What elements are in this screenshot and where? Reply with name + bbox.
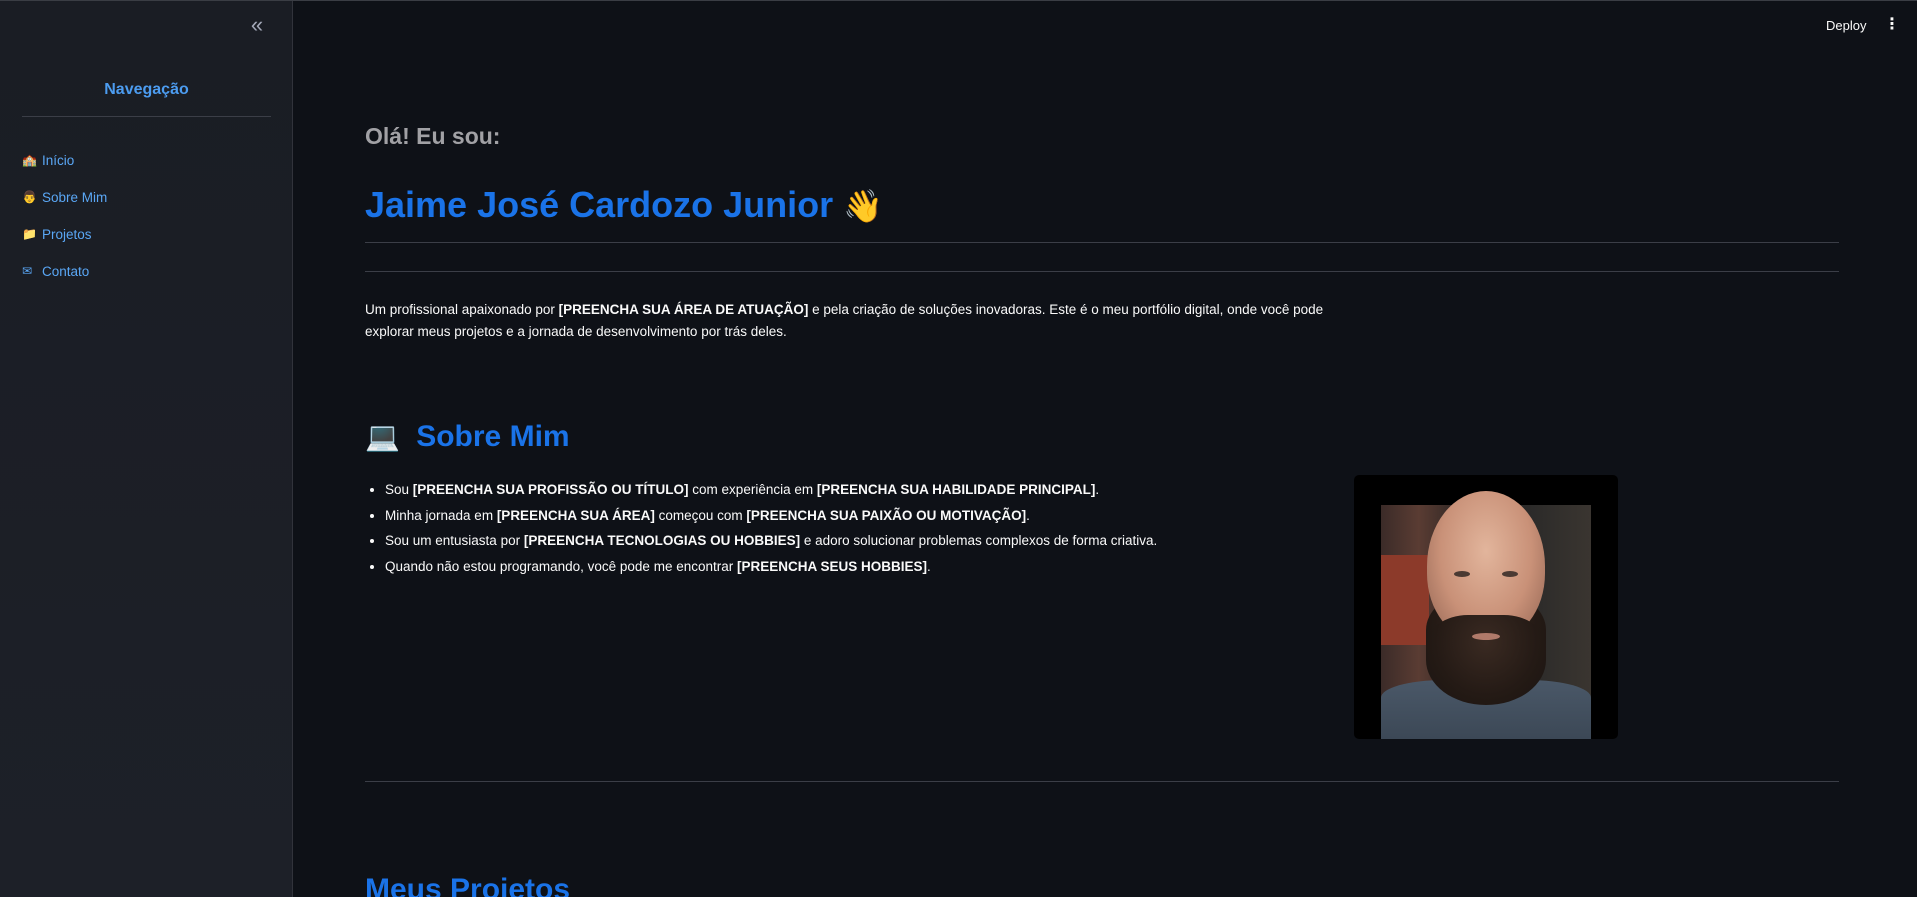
intro-paragraph: Um profissional apaixonado por [PREENCHA… xyxy=(365,299,1335,343)
list-item: Minha jornada em [PREENCHA SUA ÁREA] com… xyxy=(385,503,1157,529)
projects-heading: Meus Projetos xyxy=(365,873,571,897)
deploy-button[interactable]: Deploy xyxy=(1826,18,1866,33)
list-item: Quando não estou programando, você pode … xyxy=(385,554,1157,580)
divider xyxy=(365,271,1839,272)
sidebar-item-projetos[interactable]: 📁 Projetos xyxy=(22,227,107,264)
sidebar-item-label: Sobre Mim xyxy=(42,190,108,205)
sidebar-item-label: Início xyxy=(42,153,75,168)
laptop-icon: 💻 xyxy=(365,420,400,453)
intro-bold: [PREENCHA SUA ÁREA DE ATUAÇÃO] xyxy=(558,302,809,317)
about-heading: 💻 Sobre Mim xyxy=(365,420,570,454)
person-icon: 👨 xyxy=(22,190,37,204)
page-title: Jaime José Cardozo Junior 👋 xyxy=(365,184,883,226)
sidebar-item-contato[interactable]: ✉ Contato xyxy=(22,264,107,301)
sidebar-divider xyxy=(22,116,271,117)
sidebar: « Navegação 🏫 Início 👨 Sobre Mim 📁 Proje… xyxy=(0,1,293,897)
divider xyxy=(365,242,1839,243)
folder-icon: 📁 xyxy=(22,227,37,241)
sidebar-item-sobre-mim[interactable]: 👨 Sobre Mim xyxy=(22,190,107,227)
sidebar-nav: 🏫 Início 👨 Sobre Mim 📁 Projetos ✉ Contat… xyxy=(22,153,107,301)
list-item: Sou um entusiasta por [PREENCHA TECNOLOG… xyxy=(385,528,1157,554)
collapse-sidebar-icon[interactable]: « xyxy=(246,14,268,37)
waving-hand-icon: 👋 xyxy=(843,187,883,225)
sidebar-title: Navegação xyxy=(104,81,189,98)
envelope-icon: ✉ xyxy=(22,264,33,278)
about-list: Sou [PREENCHA SUA PROFISSÃO OU TÍTULO] c… xyxy=(365,477,1157,579)
list-item: Sou [PREENCHA SUA PROFISSÃO OU TÍTULO] c… xyxy=(385,477,1157,503)
sidebar-item-inicio[interactable]: 🏫 Início xyxy=(22,153,107,190)
divider xyxy=(365,781,1839,782)
main-menu-icon[interactable]: ⋮ xyxy=(1884,16,1900,36)
greeting-heading: Olá! Eu sou: xyxy=(365,123,501,149)
intro-text: Um profissional apaixonado por xyxy=(365,302,559,317)
sidebar-item-label: Projetos xyxy=(42,227,92,242)
about-title: Sobre Mim xyxy=(416,420,570,453)
sidebar-item-label: Contato xyxy=(42,264,90,279)
name-text: Jaime José Cardozo Junior xyxy=(365,184,834,225)
profile-photo xyxy=(1354,475,1618,739)
app-root: « Navegação 🏫 Início 👨 Sobre Mim 📁 Proje… xyxy=(0,0,1917,897)
school-icon: 🏫 xyxy=(22,153,37,167)
